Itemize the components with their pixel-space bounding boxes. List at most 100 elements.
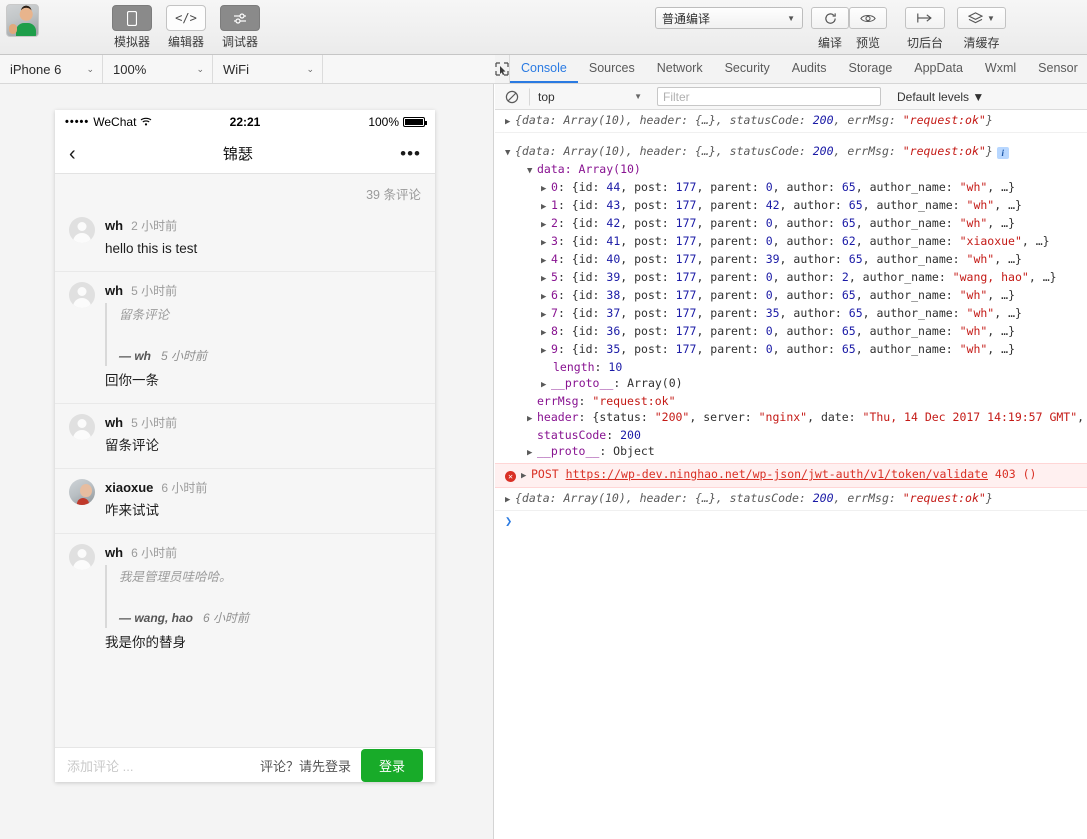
header-row[interactable]: ▶ header: {status: "200", server: "nginx"…: [505, 409, 1087, 427]
toolbar-item-clearcache[interactable]: ▼ 清缓存: [957, 0, 1006, 51]
toolbar-item-simulator[interactable]: 模拟器: [105, 0, 159, 49]
list-item[interactable]: wh 6 小时前 我是管理员哇哈哈。 — wang, hao 6 小时前 我是你…: [55, 534, 435, 665]
array-item-row[interactable]: ▶ 9: {id: 35, post: 177, parent: 0, autho…: [505, 341, 1087, 359]
error-url-link[interactable]: https://wp-dev.ninghao.net/wp-json/jwt-a…: [566, 467, 988, 481]
header-status-value: "200": [654, 410, 690, 424]
array-item-row[interactable]: ▶ 2: {id: 42, post: 177, parent: 0, autho…: [505, 215, 1087, 233]
toolbar-item-background[interactable]: 切后台: [905, 0, 945, 51]
list-item[interactable]: xiaoxue 6 小时前 咋来试试: [55, 469, 435, 534]
item-author-name: "wh": [966, 252, 995, 266]
list-item[interactable]: wh 2 小时前 hello this is test: [55, 207, 435, 272]
console-output[interactable]: ▶ {data: Array(10), header: {…}, statusCo…: [495, 110, 1087, 839]
expand-arrow-icon[interactable]: ▶: [541, 217, 551, 233]
expand-arrow-icon[interactable]: ▶: [505, 114, 515, 130]
execution-context-select[interactable]: top ▼: [529, 87, 649, 106]
expanded-summary-line[interactable]: ▼ {data: Array(10), header: {…}, statusCo…: [505, 143, 1087, 161]
console-row-collapsed-1[interactable]: ▶ {data: Array(10), header: {…}, statusCo…: [495, 110, 1087, 133]
ellipsis-icon[interactable]: •••: [400, 144, 421, 164]
tab-network[interactable]: Network: [646, 55, 714, 83]
expand-arrow-icon[interactable]: ▶: [541, 289, 551, 305]
clear-console-icon[interactable]: [503, 88, 521, 106]
quote-text: 我是管理员哇哈哈。: [119, 570, 232, 584]
tab-appdata[interactable]: AppData: [903, 55, 974, 83]
tab-sensor[interactable]: Sensor: [1027, 55, 1087, 83]
array-item-row[interactable]: ▶ 0: {id: 44, post: 177, parent: 0, autho…: [505, 179, 1087, 197]
quote-time: 5 小时前: [161, 349, 208, 363]
comment-quote: 我是管理员哇哈哈。 — wang, hao 6 小时前: [105, 565, 421, 628]
info-icon[interactable]: i: [996, 147, 1009, 159]
sliders-icon[interactable]: [220, 5, 260, 31]
expand-arrow-icon[interactable]: ▶: [527, 445, 537, 461]
data-node-line[interactable]: ▼ data: Array(10): [505, 161, 1087, 179]
expand-arrow-icon[interactable]: ▶: [541, 325, 551, 341]
phone-icon[interactable]: [112, 5, 152, 31]
tab-sources[interactable]: Sources: [578, 55, 646, 83]
list-item[interactable]: wh 5 小时前 留条评论: [55, 404, 435, 469]
comment-input[interactable]: 添加评论 ...: [67, 756, 250, 775]
login-button[interactable]: 登录: [360, 748, 423, 782]
array-index: 8: [551, 324, 558, 338]
item-id: 40: [606, 252, 621, 266]
inspect-cursor-icon[interactable]: [495, 55, 510, 83]
tab-audits[interactable]: Audits: [781, 55, 838, 83]
expand-arrow-icon[interactable]: ▶: [527, 411, 537, 427]
item-id: 38: [606, 288, 621, 302]
toolbar-item-compile[interactable]: 编译: [811, 0, 849, 51]
expand-arrow-icon[interactable]: ▶: [541, 377, 551, 393]
avatar: [69, 479, 95, 505]
array-index: 9: [551, 342, 558, 356]
collapse-arrow-icon[interactable]: ▼: [527, 163, 537, 179]
layers-icon[interactable]: ▼: [957, 7, 1006, 29]
console-filterbar: top ▼ Filter Default levels ▼: [495, 84, 1087, 110]
background-icon[interactable]: [905, 7, 945, 29]
toolbar-item-debugger[interactable]: 调试器: [213, 0, 267, 49]
array-item-row[interactable]: ▶ 3: {id: 41, post: 177, parent: 0, autho…: [505, 233, 1087, 251]
object-proto-row[interactable]: ▶ __proto__: Object: [505, 443, 1087, 461]
collapse-arrow-icon[interactable]: ▼: [505, 145, 515, 161]
expand-arrow-icon[interactable]: ▶: [541, 307, 551, 323]
console-prompt[interactable]: ❯: [495, 511, 1087, 528]
list-item[interactable]: wh 5 小时前 留条评论 — wh 5 小时前 回你一条: [55, 272, 435, 404]
statuscode-row: statusCode: 200: [537, 428, 641, 442]
expand-arrow-icon[interactable]: ▶: [505, 492, 515, 508]
item-parent: 0: [765, 270, 773, 284]
zoom-select[interactable]: 100% ⌄: [103, 55, 213, 83]
toolbar-item-preview[interactable]: 预览: [849, 0, 887, 51]
comments-list[interactable]: 39 条评论 wh 2 小时前 hello this is test wh 5 …: [55, 174, 435, 747]
tab-console[interactable]: Console: [510, 55, 578, 83]
device-select[interactable]: iPhone 6 ⌄: [0, 55, 103, 83]
expand-arrow-icon[interactable]: ▶: [541, 181, 551, 197]
expand-arrow-icon[interactable]: ▶: [521, 468, 531, 485]
array-item-row[interactable]: ▶ 8: {id: 36, post: 177, parent: 0, autho…: [505, 323, 1087, 341]
toolbar-label-clearcache: 清缓存: [963, 36, 1000, 50]
tab-security[interactable]: Security: [714, 55, 781, 83]
user-avatar[interactable]: [6, 4, 39, 37]
array-item-row[interactable]: ▶ 1: {id: 43, post: 177, parent: 42, auth…: [505, 197, 1087, 215]
expand-arrow-icon[interactable]: ▶: [541, 271, 551, 287]
array-item-row[interactable]: ▶ 5: {id: 39, post: 177, parent: 0, autho…: [505, 269, 1087, 287]
console-row-expanded[interactable]: ▼ {data: Array(10), header: {…}, statusCo…: [495, 133, 1087, 463]
console-row-collapsed-2[interactable]: ▶ {data: Array(10), header: {…}, statusCo…: [495, 488, 1087, 511]
array-item-row[interactable]: ▶ 4: {id: 40, post: 177, parent: 39, auth…: [505, 251, 1087, 269]
array-proto-row[interactable]: ▶ __proto__: Array(0): [505, 375, 1087, 393]
console-error-row[interactable]: ✕ ▶ POST https://wp-dev.ninghao.net/wp-jso…: [495, 463, 1087, 488]
toolbar-item-editor[interactable]: </> 编辑器: [159, 0, 213, 49]
expand-arrow-icon[interactable]: ▶: [541, 199, 551, 215]
expand-arrow-icon[interactable]: ▶: [541, 235, 551, 251]
tab-wxml[interactable]: Wxml: [974, 55, 1027, 83]
tab-storage[interactable]: Storage: [837, 55, 903, 83]
refresh-icon[interactable]: [811, 7, 849, 29]
expand-arrow-icon[interactable]: ▶: [541, 343, 551, 359]
compile-mode-select[interactable]: 普通编译 ▼: [655, 7, 803, 29]
proto-value: Object: [613, 444, 655, 458]
chevron-left-icon[interactable]: ‹: [69, 144, 76, 164]
array-item-row[interactable]: ▶ 6: {id: 38, post: 177, parent: 0, autho…: [505, 287, 1087, 305]
code-icon[interactable]: </>: [166, 5, 206, 31]
expand-arrow-icon[interactable]: ▶: [541, 253, 551, 269]
quote-meta: — wang, hao 6 小时前: [119, 609, 421, 626]
network-select[interactable]: WiFi ⌄: [213, 55, 323, 83]
filter-input[interactable]: Filter: [657, 87, 881, 106]
array-item-row[interactable]: ▶ 7: {id: 37, post: 177, parent: 35, auth…: [505, 305, 1087, 323]
log-levels-select[interactable]: Default levels ▼: [897, 90, 984, 104]
eye-icon[interactable]: [849, 7, 887, 29]
